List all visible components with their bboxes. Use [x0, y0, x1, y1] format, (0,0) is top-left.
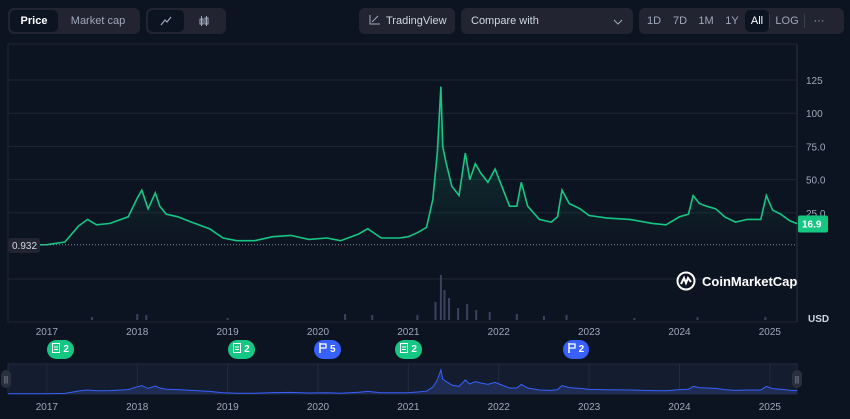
navigator-x-tick-label: 2020 [307, 402, 330, 413]
navigator-x-tick-label: 2023 [578, 402, 601, 413]
x-tick-label: 2023 [578, 327, 601, 338]
x-tick-label: 2021 [397, 327, 420, 338]
y-tick-label: 50.0 [806, 176, 826, 187]
volume-bar [457, 308, 460, 320]
navigator-x-tick-label: 2024 [668, 402, 691, 413]
x-tick-label: 2022 [488, 327, 511, 338]
event-count: 2 [411, 344, 417, 355]
navigator-x-tick-label: 2022 [488, 402, 511, 413]
document-icon [52, 343, 61, 356]
navigator-x-tick-label: 2017 [36, 402, 59, 413]
event-count: 2 [578, 344, 585, 355]
event-count: 2 [63, 344, 69, 355]
x-tick-label: 2019 [216, 327, 239, 338]
price-area [8, 86, 797, 245]
y-tick-label: 100 [806, 109, 823, 120]
y-tick-label: 75.0 [806, 142, 826, 153]
volume-bar [91, 317, 94, 320]
grip-icon: || [795, 375, 799, 384]
event-marker[interactable]: 2 [47, 340, 74, 359]
navigator-x-tick-label: 2025 [759, 402, 782, 413]
event-marker[interactable]: 2 [228, 340, 255, 359]
volume-bar [466, 304, 469, 320]
volume-bar [448, 298, 451, 320]
current-price-label: 16.9 [802, 220, 822, 231]
volume-bar [371, 315, 374, 320]
navigator-x-tick-label: 2021 [397, 402, 420, 413]
event-marker[interactable]: 2 [395, 340, 422, 359]
x-tick-label: 2017 [36, 327, 59, 338]
flag-icon [319, 343, 327, 356]
document-icon [233, 343, 242, 356]
volume-bar [475, 310, 478, 320]
x-tick-label: 2018 [126, 327, 149, 338]
volume-bar [542, 316, 545, 320]
event-count: 5 [330, 344, 336, 355]
volume-bar [488, 312, 491, 320]
x-tick-label: 2020 [307, 327, 330, 338]
price-chart[interactable]: 25.050.075.01001250.93216.9USD2017 2018 20… [0, 0, 850, 419]
x-tick-label: 2024 [668, 327, 691, 338]
coinmarketcap-watermark: CoinMarketCap [676, 271, 797, 291]
volume-bar [145, 315, 148, 320]
volume-bar [764, 317, 767, 320]
navigator-x-tick-label: 2019 [216, 402, 239, 413]
volume-bar [226, 318, 229, 320]
x-tick-label: 2025 [759, 327, 782, 338]
volume-bar [416, 315, 419, 320]
coinmarketcap-logo-icon [676, 271, 696, 291]
event-marker[interactable]: 5 [314, 340, 341, 359]
watermark-text: CoinMarketCap [702, 273, 798, 289]
volume-bar [434, 302, 437, 320]
volume-bar [443, 290, 446, 320]
event-marker[interactable]: 2 [562, 340, 590, 359]
volume-bar [439, 275, 442, 320]
y-tick-label: 125 [806, 76, 823, 87]
volume-bar [515, 314, 518, 320]
event-count: 2 [244, 344, 250, 355]
start-price-label: 0.932 [12, 241, 37, 252]
flag-icon [567, 343, 576, 356]
volume-bar [633, 318, 636, 320]
volume-bar [344, 314, 347, 320]
volume-bar [565, 315, 568, 320]
navigator-x-tick-label: 2018 [126, 402, 149, 413]
document-icon [400, 343, 409, 356]
volume-bar [696, 317, 699, 320]
grip-icon: || [4, 375, 8, 384]
volume-bar [136, 314, 139, 320]
currency-label: USD [808, 314, 829, 325]
